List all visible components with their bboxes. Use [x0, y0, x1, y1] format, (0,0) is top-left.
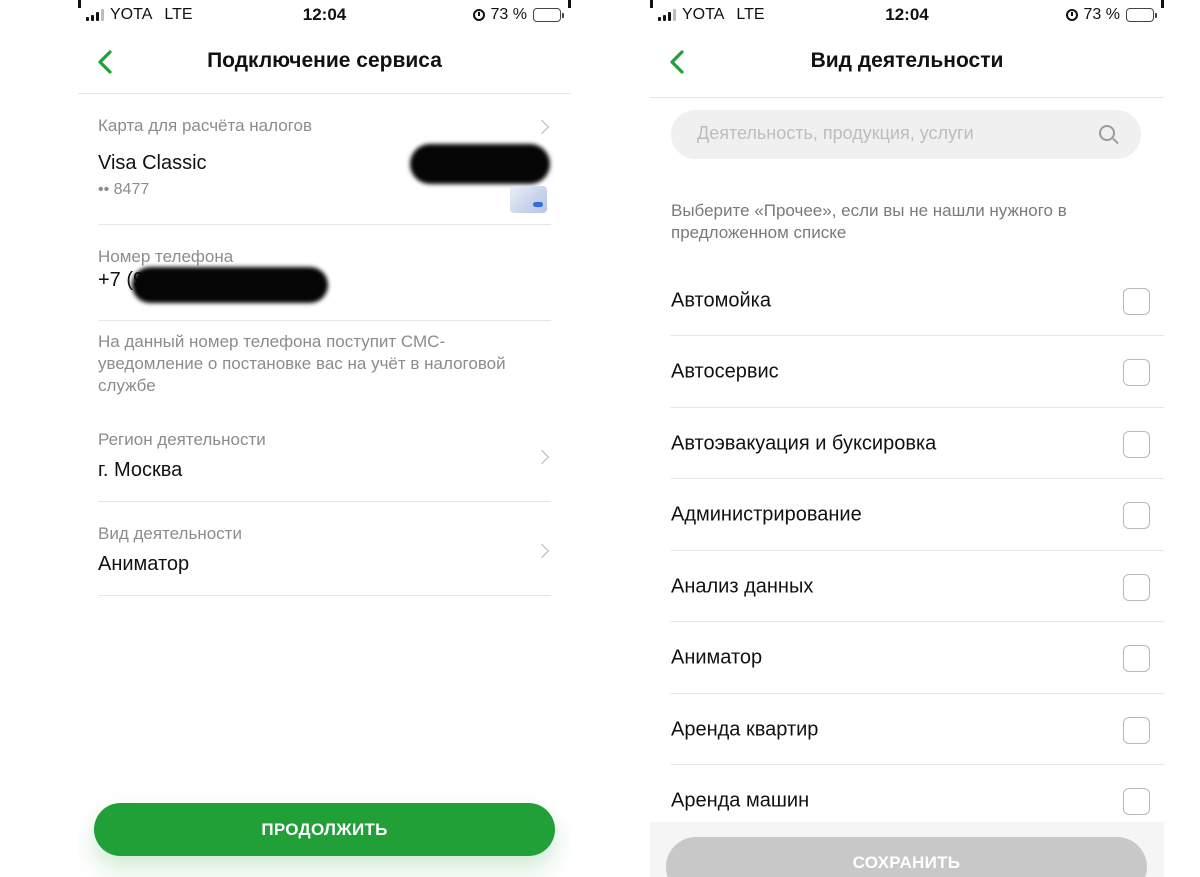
alarm-icon [1065, 9, 1078, 21]
sms-hint: На данный номер телефона поступит СМС-ув… [98, 332, 506, 395]
status-right: 73 % [472, 6, 564, 24]
activity-option[interactable]: Автомойка [670, 265, 1164, 336]
nav-bar: Подключение сервиса [78, 38, 571, 88]
nav-divider [78, 93, 571, 94]
activity-option[interactable]: Автоэвакуация и буксировка [670, 408, 1164, 479]
status-bar: YOTA LTE 12:04 73 % [650, 0, 1164, 30]
nav-bar: Вид деятельности [650, 38, 1164, 88]
activity-checkbox[interactable] [1123, 573, 1150, 601]
tax-card-field[interactable]: Карта для расчёта налогов Visa Classic •… [98, 116, 551, 216]
other-hint: Выберите «Прочее», если вы не нашли нужн… [671, 201, 1067, 242]
activity-checkbox[interactable] [1123, 645, 1150, 672]
redacted-balance [410, 144, 550, 184]
activity-checkbox[interactable] [1123, 430, 1150, 458]
save-button[interactable]: СОХРАНИТЬ [666, 837, 1147, 877]
divider [98, 320, 551, 321]
divider [98, 224, 551, 225]
battery-icon [1126, 8, 1157, 22]
activity-option[interactable]: Анализ данных [670, 551, 1164, 622]
search-input[interactable]: Деятельность, продукция, услуги [671, 110, 1141, 159]
battery-icon [533, 8, 564, 22]
activity-value: Аниматор [98, 553, 190, 575]
activity-option-label: Автомойка [671, 289, 771, 311]
activity-option-label: Анализ данных [671, 575, 814, 597]
activity-option[interactable]: Аниматор [670, 623, 1164, 694]
battery-percent: 73 % [1083, 6, 1120, 23]
activity-type-screen: YOTA LTE 12:04 73 % Вид деятельности Дея… [650, 0, 1164, 877]
activity-option-label: Автосервис [671, 360, 779, 383]
activity-field[interactable]: Вид деятельности Аниматор [98, 524, 551, 584]
region-field[interactable]: Регион деятельности г. Москва [98, 430, 551, 490]
activity-checkbox[interactable] [1123, 788, 1150, 815]
search-icon[interactable] [1099, 125, 1115, 141]
activity-option-label: Аниматор [671, 646, 763, 669]
alarm-icon [472, 9, 485, 21]
page-title: Вид деятельности [810, 49, 1004, 72]
activity-checkbox[interactable] [1123, 287, 1150, 315]
nav-divider [650, 97, 1164, 98]
region-value: г. Москва [98, 459, 183, 481]
search-placeholder: Деятельность, продукция, услуги [697, 123, 974, 143]
activity-checkbox[interactable] [1123, 359, 1150, 386]
status-right: 73 % [1065, 6, 1157, 24]
divider [98, 501, 551, 502]
activity-label: Вид деятельности [98, 524, 242, 543]
region-label: Регион деятельности [98, 430, 266, 449]
phone-field: Номер телефона +7 (996) 432-18-28 [98, 247, 551, 307]
status-bar: YOTA LTE 12:04 73 % [78, 0, 571, 30]
phone-label: Номер телефона [98, 247, 234, 266]
connect-service-screen: YOTA LTE 12:04 73 % Подключение сервиса … [78, 0, 571, 877]
bank-card-icon [510, 186, 547, 213]
page-title: Подключение сервиса [207, 49, 442, 72]
activity-option[interactable]: Аренда квартир [670, 694, 1164, 765]
continue-button[interactable]: ПРОДОЛЖИТЬ [94, 803, 555, 856]
activity-option[interactable]: Администрирование [670, 480, 1164, 551]
activity-checkbox[interactable] [1123, 502, 1150, 529]
activity-option-label: Аренда квартир [671, 718, 819, 740]
activity-option[interactable]: Автосервис [670, 337, 1164, 408]
activity-option-label: Автоэвакуация и буксировка [671, 432, 937, 454]
divider [98, 595, 551, 596]
activity-checkbox[interactable] [1123, 716, 1150, 744]
redacted-phone [132, 267, 328, 303]
activity-option-label: Администрирование [671, 503, 862, 526]
activity-option-label: Аренда машин [671, 789, 810, 812]
tax-card-label: Карта для расчёта налогов [98, 116, 313, 135]
battery-percent: 73 % [490, 6, 527, 23]
